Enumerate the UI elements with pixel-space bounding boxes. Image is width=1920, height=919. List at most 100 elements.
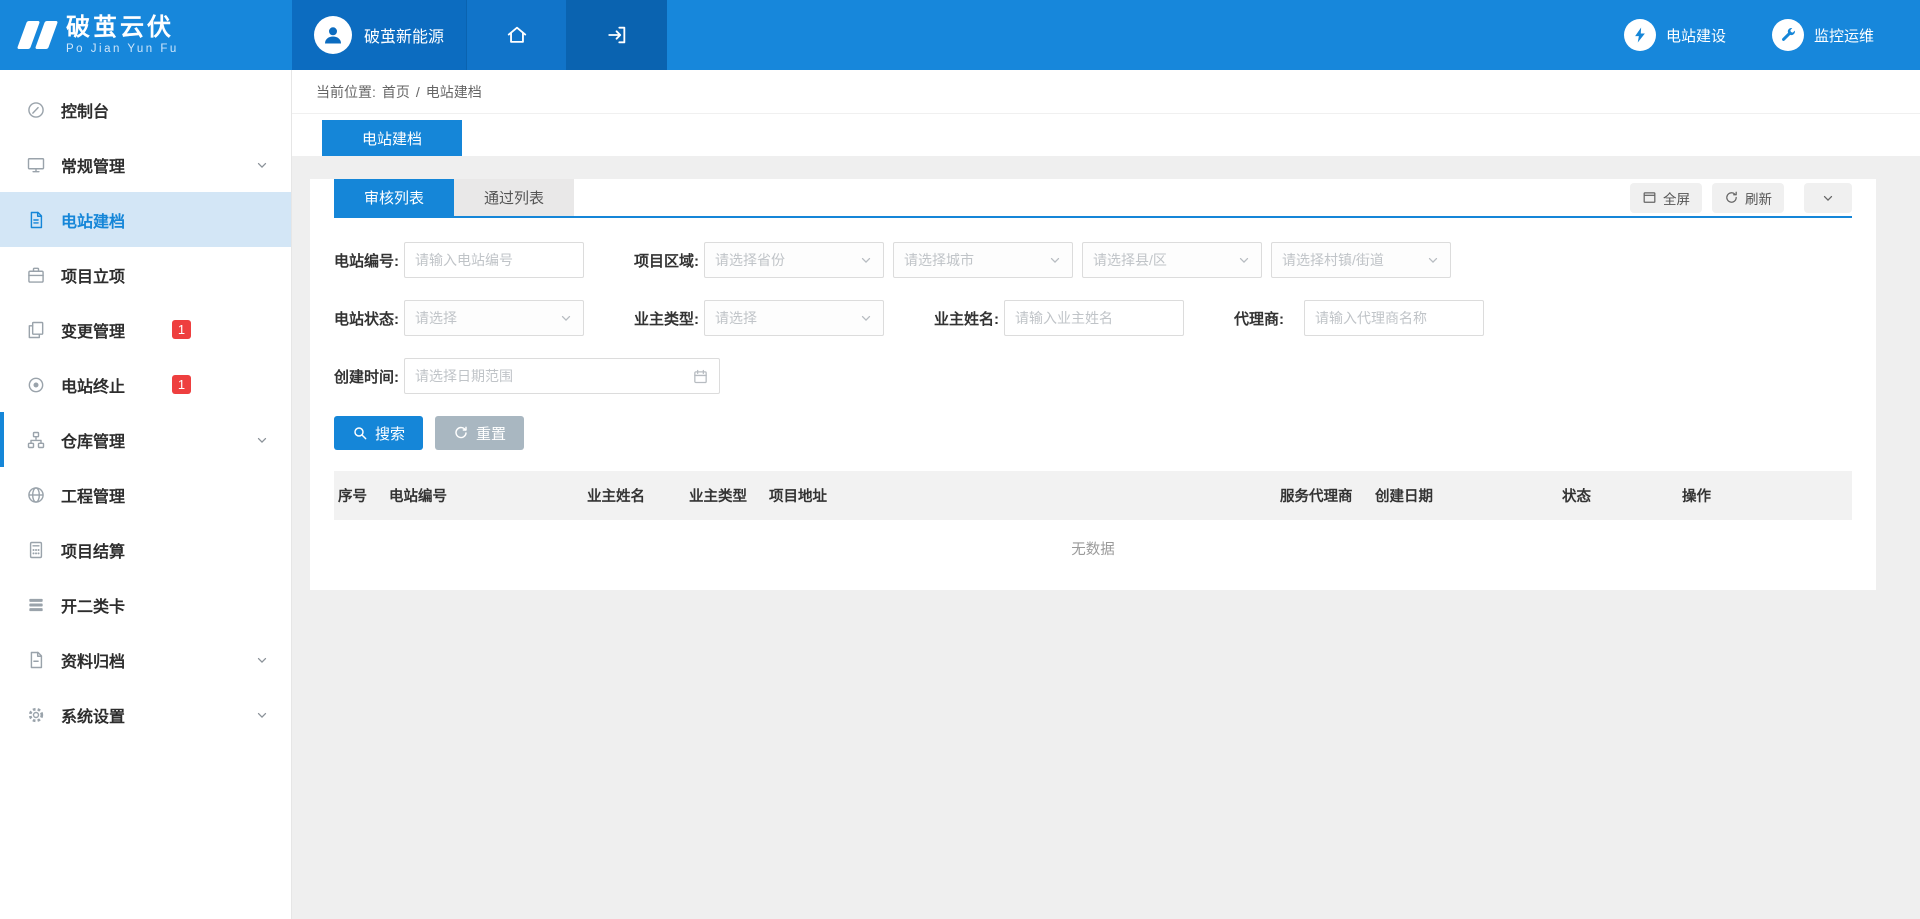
col-project-address: 项目地址 [769,485,1280,506]
main-area: 当前位置: 首页 / 电站建档 电站建档 审核列表 通过列表 全屏 [292,70,1920,919]
station-no-input[interactable] [404,242,584,278]
reset-icon [453,425,469,441]
sidebar-item-label: 电站建档 [61,208,125,232]
county-select[interactable]: 请选择县/区 [1082,242,1262,278]
refresh-button[interactable]: 刷新 [1712,183,1784,213]
city-select[interactable]: 请选择城市 [893,242,1073,278]
province-select-value: 请选择省份 [715,250,859,270]
brand-logo[interactable]: 破茧云伏 Po Jian Yun Fu [0,0,292,70]
sitemap-icon [26,430,46,450]
home-button[interactable] [467,0,567,70]
sidebar-item-engineering-mgmt[interactable]: 工程管理 [0,467,291,522]
document-icon [26,210,46,230]
target-icon [26,375,46,395]
tab-passed-list[interactable]: 通过列表 [454,179,574,216]
chevron-down-icon [859,253,873,267]
col-create-date: 创建日期 [1375,485,1562,506]
sidebar-item-label: 仓库管理 [61,428,125,452]
fullscreen-label: 全屏 [1663,188,1690,208]
sidebar-item-label: 工程管理 [61,483,125,507]
sidebar-item-label: 常规管理 [61,153,125,177]
panel-tab-bar: 审核列表 通过列表 全屏 刷新 [334,179,1852,218]
sidebar-item-project-initiation[interactable]: 项目立项 [0,247,291,302]
refresh-label: 刷新 [1745,188,1772,208]
filter-row-2: 电站状态: 请选择 业主类型: 请选择 业主姓名: 代理商: [334,300,1852,336]
calendar-icon [692,368,709,385]
station-status-select[interactable]: 请选择 [404,300,584,336]
wrench-icon [1772,19,1804,51]
chevron-down-icon [1048,253,1062,267]
sidebar-item-project-settlement[interactable]: 项目结算 [0,522,291,577]
copy-icon [26,320,46,340]
breadcrumb-separator: / [416,84,420,100]
search-icon [352,425,368,441]
logo-title: 破茧云伏 [66,15,179,41]
county-select-value: 请选择县/区 [1093,250,1237,270]
page-tab-station-archive[interactable]: 电站建档 [322,120,462,156]
nav-station-construction[interactable]: 电站建设 [1624,0,1726,70]
sidebar-item-type2-card[interactable]: 开二类卡 [0,577,291,632]
sidebar-item-label: 系统设置 [61,703,125,727]
province-select[interactable]: 请选择省份 [704,242,884,278]
chevron-down-icon [559,311,573,325]
sidebar-item-label: 资料归档 [61,648,125,672]
page-tab-strip: 电站建档 [292,114,1920,156]
agent-input[interactable] [1304,300,1484,336]
sidebar-item-label: 项目立项 [61,263,125,287]
table-empty-state: 无数据 [334,520,1852,576]
station-archive-panel: 审核列表 通过列表 全屏 刷新 [310,179,1876,590]
owner-name-label: 业主姓名: [934,308,1004,329]
sidebar-item-station-termination[interactable]: 电站终止 1 [0,357,291,412]
col-service-agent: 服务代理商 [1280,485,1375,506]
reset-button[interactable]: 重置 [435,416,524,450]
sidebar-item-general-mgmt[interactable]: 常规管理 [0,137,291,192]
sidebar-item-change-mgmt[interactable]: 变更管理 1 [0,302,291,357]
sidebar-item-label: 项目结算 [61,538,125,562]
owner-name-input[interactable] [1004,300,1184,336]
nav-monitoring-ops-label: 监控运维 [1814,25,1874,46]
logout-icon [606,24,628,46]
dashboard-icon [26,100,46,120]
calculator-icon [26,540,46,560]
sidebar-item-label: 变更管理 [61,318,125,342]
header-spacer [667,0,1624,70]
date-range-value: 请选择日期范围 [415,366,692,386]
owner-type-value: 请选择 [715,308,859,328]
filter-form: 电站编号: 项目区域: 请选择省份 请选择城市 请选择县/区 [334,218,1852,394]
town-select[interactable]: 请选择村镇/街道 [1271,242,1451,278]
lightning-icon [1624,19,1656,51]
breadcrumb-current: 电站建档 [426,82,482,102]
collapse-panel-button[interactable] [1804,183,1852,213]
sidebar-item-warehouse-mgmt[interactable]: 仓库管理 [0,412,291,467]
sidebar-item-console[interactable]: 控制台 [0,82,291,137]
sidebar-item-label: 电站终止 [61,373,125,397]
logout-button[interactable] [567,0,667,70]
chevron-down-icon [1426,253,1440,267]
tab-review-list[interactable]: 审核列表 [334,179,454,216]
sidebar-item-station-archive[interactable]: 电站建档 [0,192,291,247]
search-button[interactable]: 搜索 [334,416,423,450]
sidebar-item-system-settings[interactable]: 系统设置 [0,687,291,742]
sidebar-item-data-archive[interactable]: 资料归档 [0,632,291,687]
breadcrumb-home-link[interactable]: 首页 [382,82,410,102]
nav-station-construction-label: 电站建设 [1666,25,1726,46]
logo-icon [22,21,53,49]
avatar [314,16,352,54]
col-actions: 操作 [1682,485,1852,506]
col-index: 序号 [334,485,389,506]
change-mgmt-badge: 1 [172,320,191,339]
fullscreen-button[interactable]: 全屏 [1630,183,1702,213]
breadcrumb-prefix: 当前位置: [316,82,376,102]
chevron-down-icon [1821,191,1835,205]
create-time-label: 创建时间: [334,366,404,387]
chevron-down-icon [255,708,269,722]
town-select-value: 请选择村镇/街道 [1282,250,1426,270]
region-label: 项目区域: [634,250,704,271]
owner-type-select[interactable]: 请选择 [704,300,884,336]
sidebar: 控制台 常规管理 电站建档 项目立项 变更管理 1 [0,70,292,919]
logo-subtitle: Po Jian Yun Fu [66,43,179,55]
user-menu[interactable]: 破茧新能源 [292,0,467,70]
date-range-picker[interactable]: 请选择日期范围 [404,358,720,394]
fullscreen-icon [1642,190,1657,205]
nav-monitoring-ops[interactable]: 监控运维 [1772,0,1874,70]
